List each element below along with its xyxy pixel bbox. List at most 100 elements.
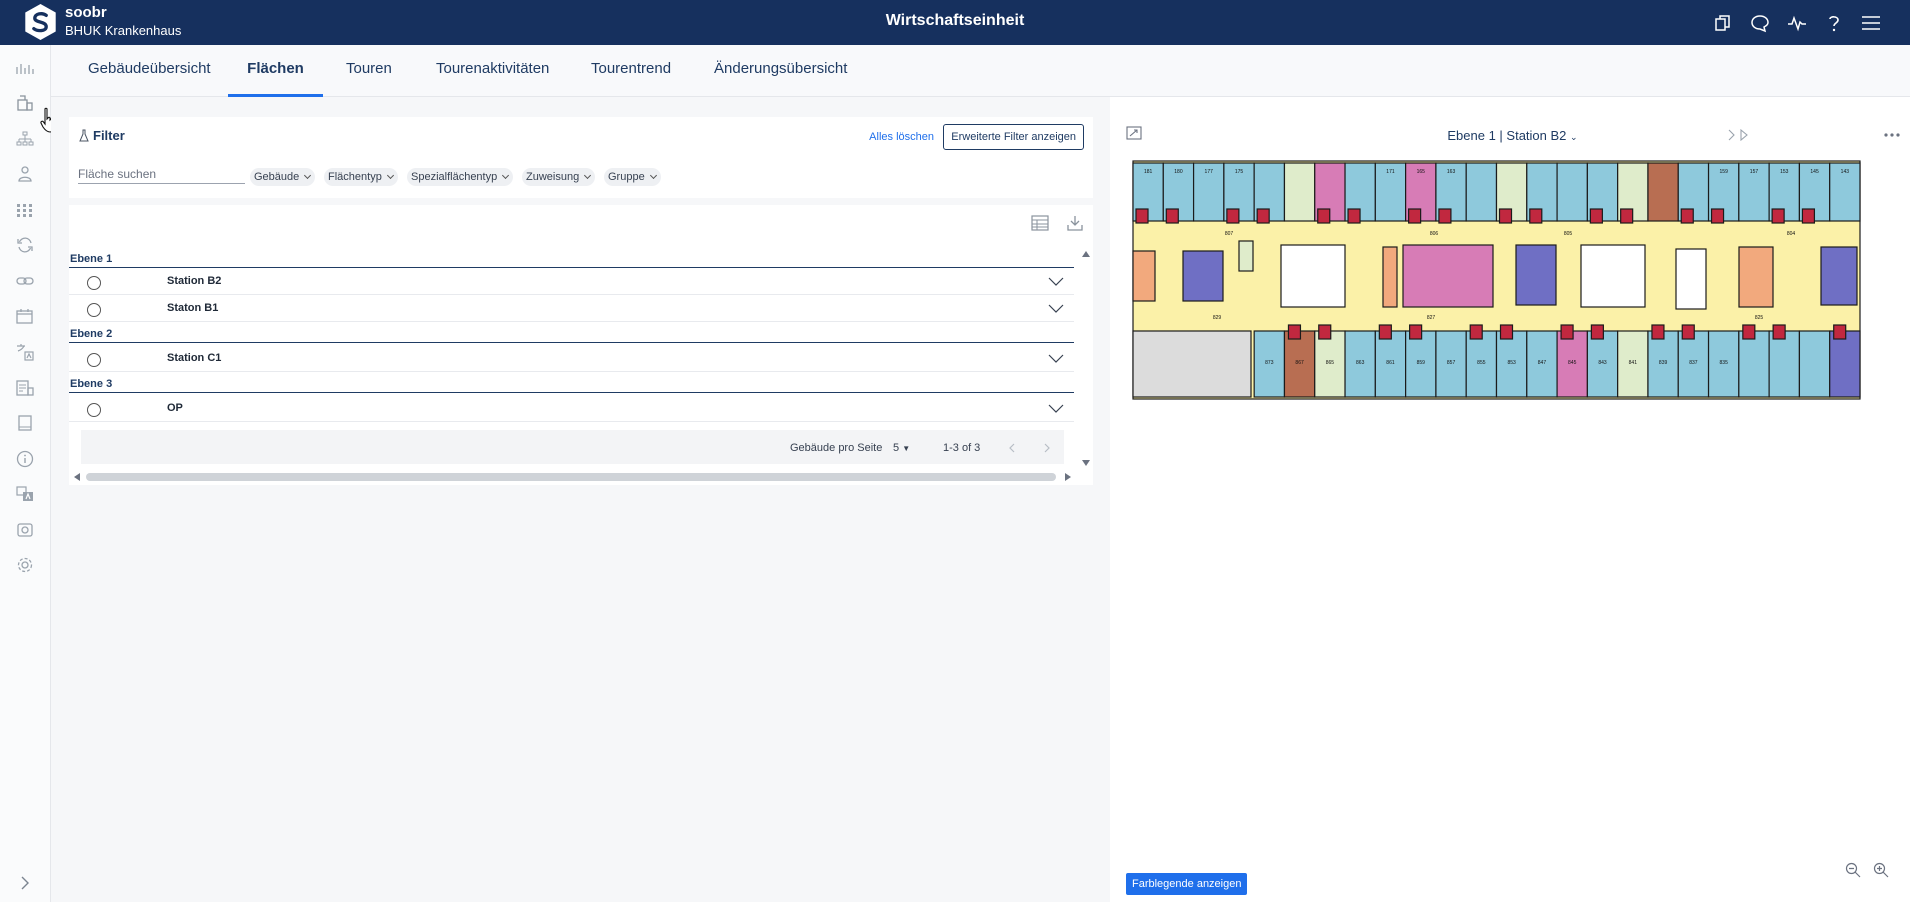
download-icon[interactable] — [1066, 214, 1084, 232]
area-radio[interactable] — [87, 276, 101, 290]
plan-room[interactable] — [1798, 330, 1831, 398]
sidebar-info-icon[interactable] — [8, 444, 42, 474]
plan-room[interactable] — [1465, 162, 1498, 222]
chat-icon[interactable] — [1748, 11, 1771, 34]
plan-bathroom[interactable] — [1165, 208, 1179, 224]
plan-bathroom[interactable] — [1347, 208, 1361, 224]
plan-bathroom[interactable] — [1438, 208, 1452, 224]
color-legend-button[interactable]: Farblegende anzeigen — [1126, 873, 1248, 895]
filter-chip-spezialflaechentyp[interactable]: Spezialflächentyp — [407, 168, 514, 186]
plan-bathroom[interactable] — [1409, 324, 1423, 340]
plan-bathroom[interactable] — [1742, 324, 1756, 340]
sidebar-translate-icon[interactable] — [8, 337, 42, 367]
chevron-down-icon[interactable] — [1048, 351, 1064, 365]
sidebar-hierarchy-icon[interactable] — [8, 124, 42, 154]
filter-chip-gebaeude[interactable]: Gebäude — [250, 168, 316, 186]
plan-room[interactable] — [1829, 330, 1861, 398]
area-radio[interactable] — [87, 403, 101, 417]
plan-shaft[interactable] — [1280, 244, 1346, 308]
sidebar-grid-icon[interactable] — [8, 195, 42, 225]
filter-chip-flaechentyp[interactable]: Flächentyp — [324, 168, 398, 186]
sidebar-calendar-icon[interactable] — [8, 301, 42, 331]
sidebar-dashboard-icon[interactable] — [8, 53, 42, 83]
area-row-op[interactable]: OP — [69, 396, 1074, 422]
plan-bathroom[interactable] — [1256, 208, 1270, 224]
scroll-down-icon[interactable] — [1081, 459, 1091, 467]
plan-room[interactable] — [1738, 246, 1774, 308]
help-icon[interactable] — [1822, 11, 1845, 34]
plan-room[interactable] — [1675, 248, 1707, 310]
sidebar-person-icon[interactable] — [8, 159, 42, 189]
sidebar-book-icon[interactable] — [8, 408, 42, 438]
sidebar-expand-icon[interactable] — [8, 870, 42, 896]
plan-bathroom[interactable] — [1529, 208, 1543, 224]
plan-room[interactable] — [1132, 330, 1252, 398]
plan-room[interactable] — [1556, 162, 1588, 222]
plan-bathroom[interactable] — [1469, 324, 1483, 340]
chevron-down-icon[interactable] — [1048, 401, 1064, 415]
filter-chip-zuweisung[interactable]: Zuweisung — [522, 168, 596, 186]
filter-chip-gruppe[interactable]: Gruppe — [604, 168, 661, 186]
plan-bathroom[interactable] — [1498, 208, 1513, 224]
plan-selector[interactable]: Ebene 1 | Station B2 ⌄ — [1115, 128, 1910, 143]
plan-bathroom[interactable] — [1771, 208, 1785, 224]
zoom-in-icon[interactable] — [1873, 862, 1889, 878]
plan-bathroom[interactable] — [1680, 208, 1694, 224]
plan-bathroom[interactable] — [1801, 208, 1816, 224]
plan-room[interactable] — [1238, 240, 1254, 272]
area-row-station-b2[interactable]: Station B2 — [69, 269, 1074, 295]
area-radio[interactable] — [87, 353, 101, 367]
plan-bathroom[interactable] — [1589, 208, 1603, 224]
plan-room[interactable] — [1283, 162, 1316, 222]
plan-bathroom[interactable] — [1317, 208, 1331, 224]
plan-bathroom[interactable] — [1499, 324, 1514, 340]
plan-room[interactable] — [1382, 246, 1398, 308]
clear-all-link[interactable]: Alles löschen — [869, 131, 934, 143]
floorplan-map[interactable]: 181 180 177 175 171 165 163 159 157 153 145 143 873 8… — [1131, 159, 1862, 401]
more-options-icon[interactable] — [1883, 132, 1901, 138]
plan-room[interactable] — [1182, 250, 1224, 302]
area-search-input[interactable] — [78, 164, 245, 184]
zoom-out-icon[interactable] — [1845, 862, 1861, 878]
copy-icon[interactable] — [1711, 11, 1734, 34]
plan-bathroom[interactable] — [1318, 324, 1332, 340]
sidebar-building-icon[interactable] — [8, 88, 42, 118]
chevron-down-icon[interactable] — [1048, 301, 1064, 315]
plan-room[interactable] — [1402, 244, 1494, 308]
plan-room[interactable] — [1738, 330, 1770, 398]
plan-room[interactable] — [1820, 246, 1858, 306]
table-view-icon[interactable] — [1031, 214, 1049, 232]
plan-shaft[interactable] — [1580, 244, 1646, 308]
prev-page-icon[interactable] — [1008, 443, 1016, 453]
plan-bathroom[interactable] — [1408, 208, 1422, 224]
plan-bathroom[interactable] — [1287, 324, 1302, 340]
next-page-icon[interactable] — [1043, 443, 1051, 453]
tab-aenderungsuebersicht[interactable]: Änderungsübersicht — [714, 45, 847, 97]
plan-bathroom[interactable] — [1620, 208, 1634, 224]
plan-bathroom[interactable] — [1710, 208, 1725, 224]
plan-bathroom[interactable] — [1590, 324, 1604, 340]
soobr-logo-icon[interactable] — [23, 3, 58, 41]
scroll-left-icon[interactable] — [73, 472, 81, 482]
plan-bathroom[interactable] — [1378, 324, 1392, 340]
plan-bathroom[interactable] — [1560, 324, 1574, 340]
plan-bathroom[interactable] — [1772, 324, 1786, 340]
plan-bathroom[interactable] — [1833, 324, 1847, 340]
area-row-station-c1[interactable]: Station C1 — [69, 346, 1074, 372]
tab-flaechen[interactable]: Flächen — [228, 45, 323, 97]
sidebar-device-settings-icon[interactable] — [8, 515, 42, 545]
scroll-up-icon[interactable] — [1081, 250, 1091, 258]
next-plan-icon[interactable] — [1727, 129, 1751, 141]
plan-bathroom[interactable] — [1226, 208, 1240, 224]
plan-bathroom[interactable] — [1651, 324, 1665, 340]
sidebar-language-icon[interactable] — [8, 479, 42, 509]
tab-tourenaktivitaeten[interactable]: Tourenaktivitäten — [436, 45, 549, 97]
scroll-right-icon[interactable] — [1064, 472, 1072, 482]
plan-room[interactable] — [1132, 250, 1156, 302]
sidebar-refresh-icon[interactable] — [8, 230, 42, 260]
plan-room[interactable] — [1647, 162, 1679, 222]
plan-bathroom[interactable] — [1681, 324, 1695, 340]
sidebar-link-icon[interactable] — [8, 266, 42, 296]
advanced-filter-button[interactable]: Erweiterte Filter anzeigen — [943, 124, 1084, 150]
tab-touren[interactable]: Touren — [346, 45, 392, 97]
